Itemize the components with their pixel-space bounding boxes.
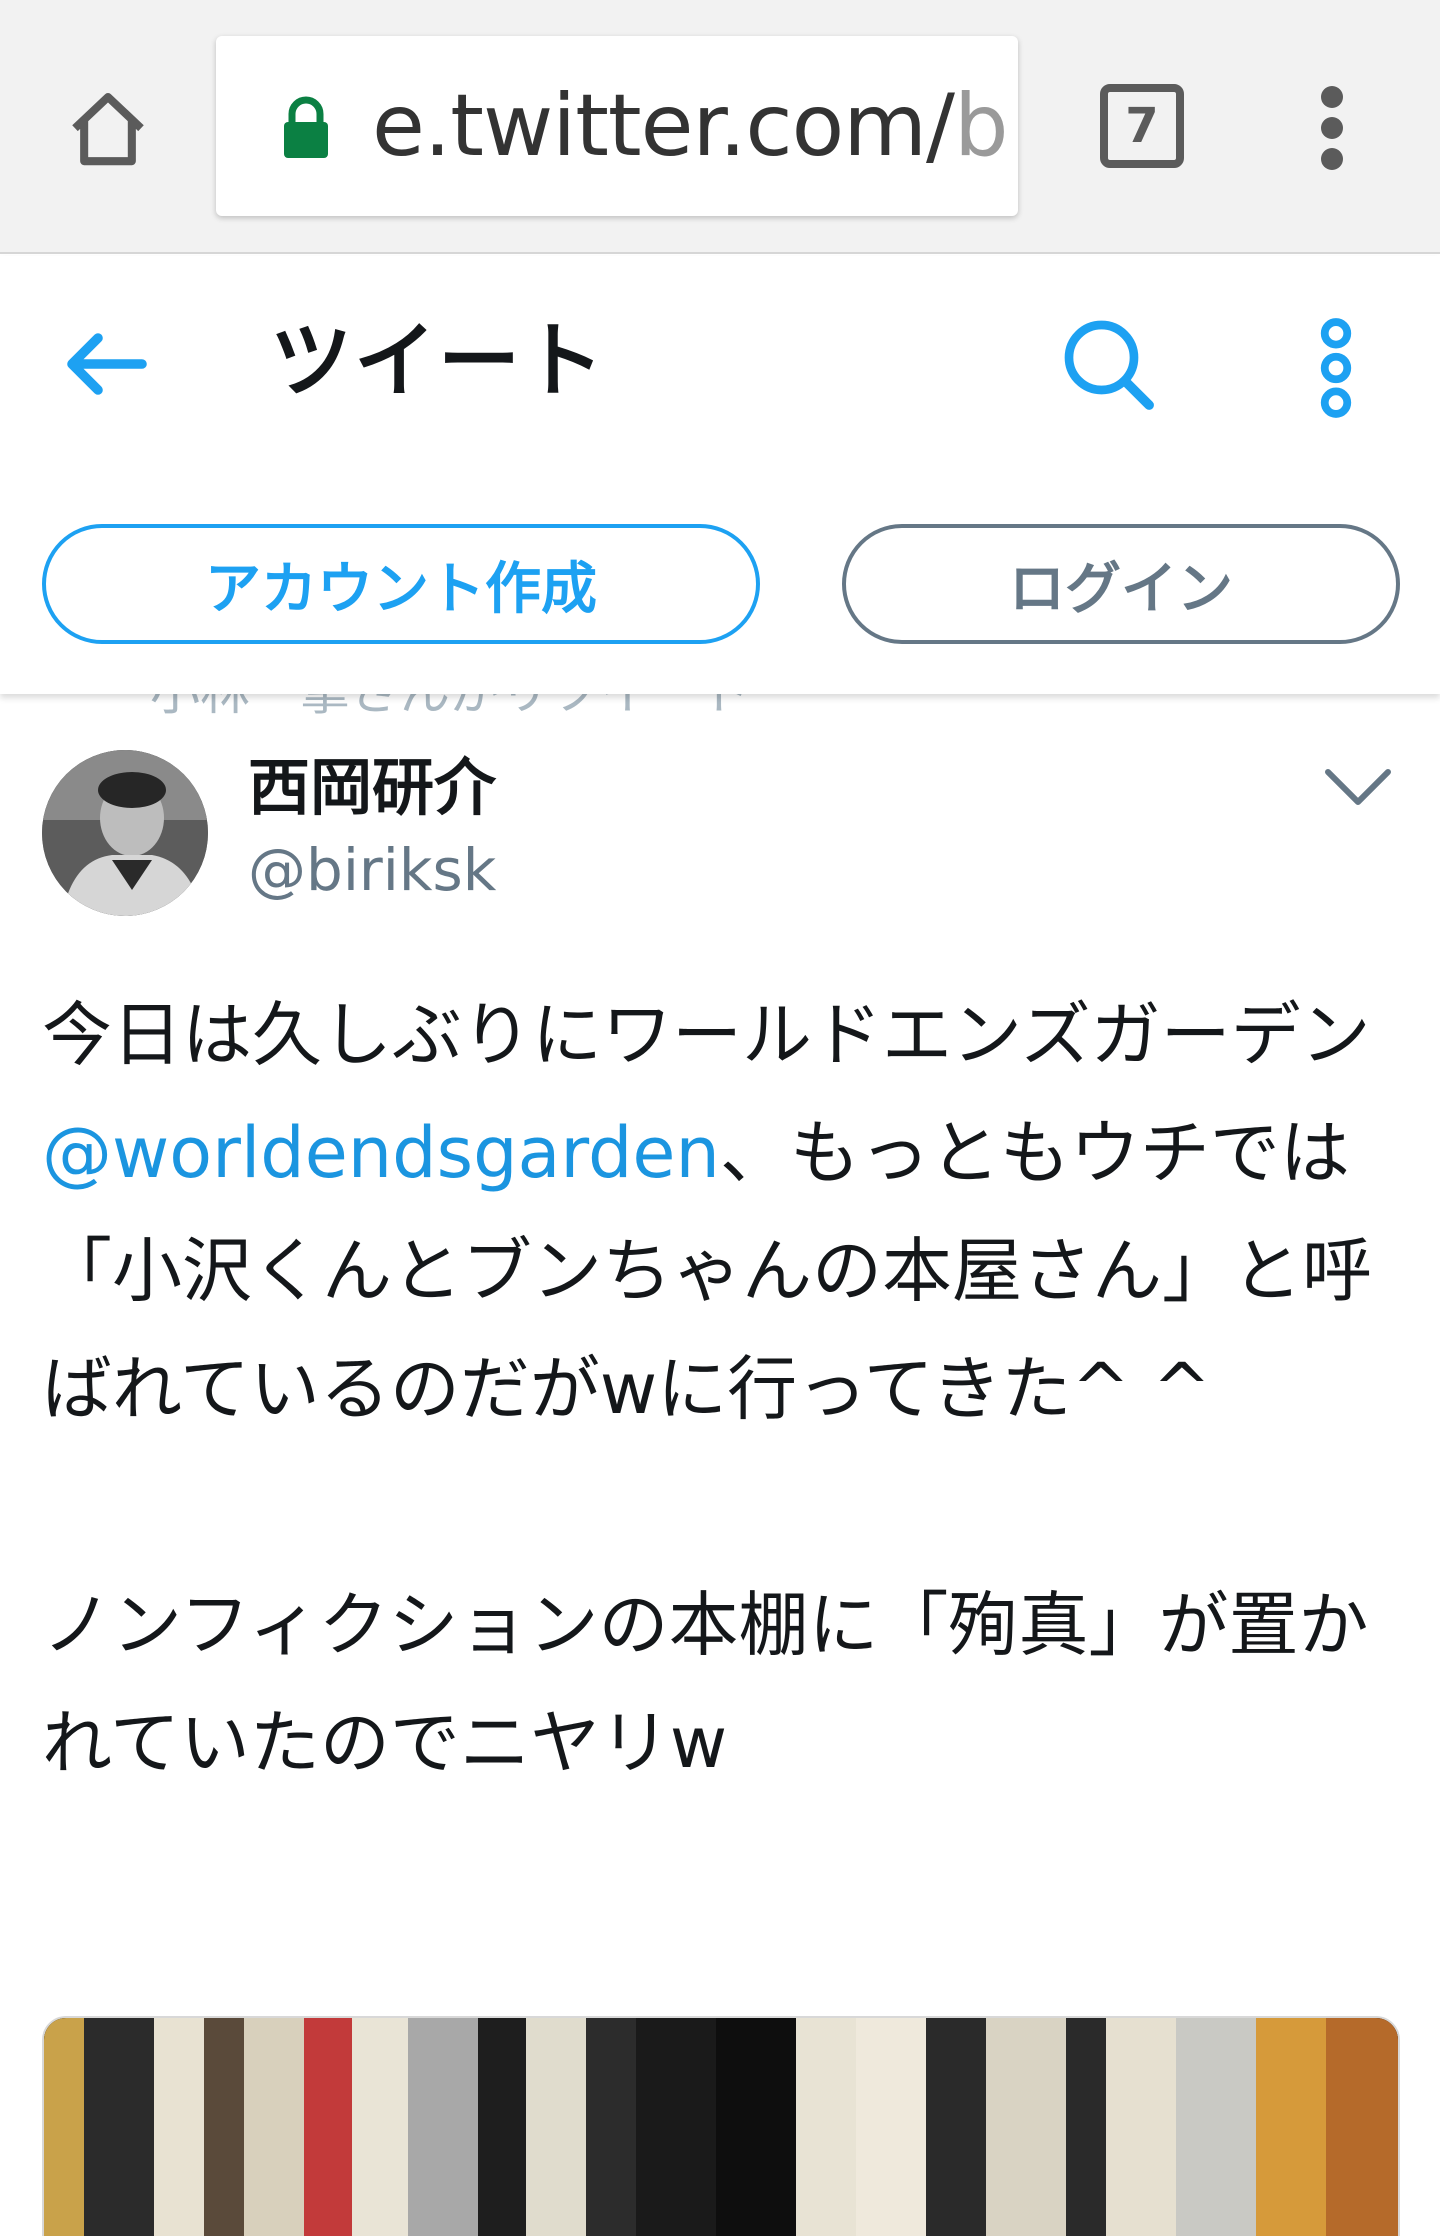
tweet-text: 今日は久しぶりにワールドエンズガーデン@worldendsgarden、もっとも… [42,994,1372,1784]
bookshelf-photo [44,2018,1398,2236]
search-icon[interactable] [1056,312,1160,416]
home-button[interactable] [60,82,156,178]
author-handle[interactable]: @biriksk [248,832,496,908]
url-text: e.twitter.com/b [372,76,1009,176]
overflow-menu-icon [1321,86,1343,108]
lock-icon [284,96,328,158]
url-bar[interactable]: e.twitter.com/b [216,36,1018,216]
page-title: ツイート [270,314,607,409]
back-arrow-icon[interactable] [58,316,154,412]
tab-switcher-button[interactable]: 7 [1100,84,1184,168]
chevron-down-icon[interactable] [1320,760,1396,816]
mention-link[interactable]: @worldendsgarden [42,1112,720,1194]
browser-toolbar: e.twitter.com/b 7 [0,0,1440,254]
tab-count: 7 [1125,98,1159,154]
tweet-photo[interactable] [42,2016,1400,2236]
avatar[interactable] [42,750,208,916]
home-icon [72,92,144,166]
avatar-image [42,750,208,916]
login-button[interactable]: ログイン [842,524,1400,644]
author-name[interactable]: 西岡研介 [248,748,496,828]
signup-button[interactable]: アカウント作成 [42,524,760,644]
more-vertical-icon[interactable] [1310,316,1362,420]
browser-menu-button[interactable] [1310,86,1354,170]
twitter-header: ツイート アカウント作成 ログイン [0,256,1440,694]
